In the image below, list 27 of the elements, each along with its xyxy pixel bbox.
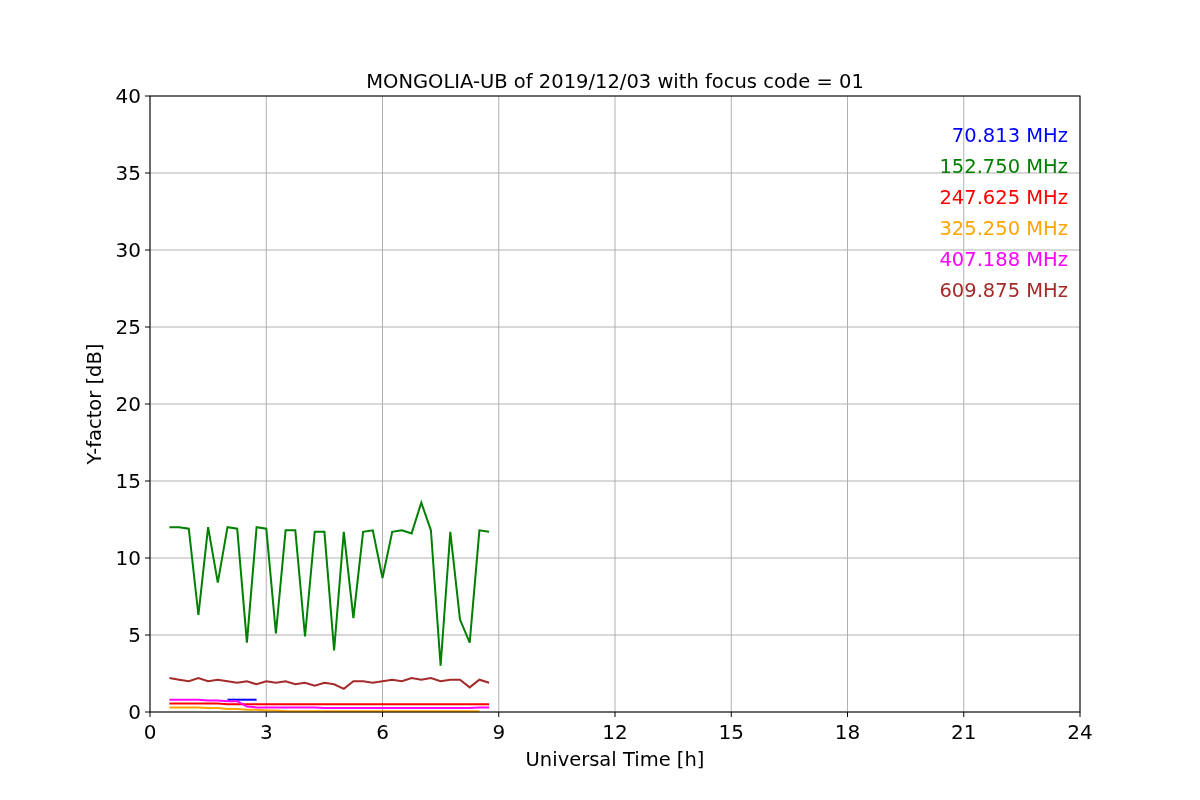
- x-tick-label: 21: [951, 720, 977, 744]
- y-tick-label: 35: [115, 161, 141, 185]
- y-tick-label: 10: [115, 546, 141, 570]
- chart-title: MONGOLIA-UB of 2019/12/03 with focus code = 01: [366, 70, 864, 93]
- x-tick-label: 9: [492, 720, 506, 744]
- y-tick-label: 30: [115, 238, 141, 262]
- x-tick-label: 24: [1067, 720, 1093, 744]
- y-axis-label: Y-factor [dB]: [83, 343, 106, 465]
- y-tick-label: 20: [115, 392, 141, 416]
- y-tick-label: 5: [128, 623, 141, 647]
- x-tick-label: 15: [718, 720, 744, 744]
- legend-label: 70.813 MHz: [951, 124, 1068, 147]
- x-tick-label: 0: [143, 720, 157, 744]
- x-axis-label: Universal Time [h]: [525, 748, 705, 771]
- x-tick-label: 18: [834, 720, 861, 744]
- legend-label: 152.750 MHz: [939, 155, 1068, 178]
- legend-label: 407.188 MHz: [939, 248, 1068, 271]
- y-tick-label: 25: [115, 315, 141, 339]
- legend-label: 609.875 MHz: [939, 279, 1068, 302]
- legend-label: 247.625 MHz: [939, 186, 1068, 209]
- x-tick-label: 6: [376, 720, 389, 744]
- x-tick-label: 12: [602, 720, 628, 744]
- x-tick-label: 3: [259, 720, 273, 744]
- legend-label: 325.250 MHz: [939, 217, 1068, 240]
- y-tick-label: 40: [115, 84, 141, 108]
- y-tick-label: 15: [115, 469, 141, 493]
- y-tick-label: 0: [128, 700, 141, 724]
